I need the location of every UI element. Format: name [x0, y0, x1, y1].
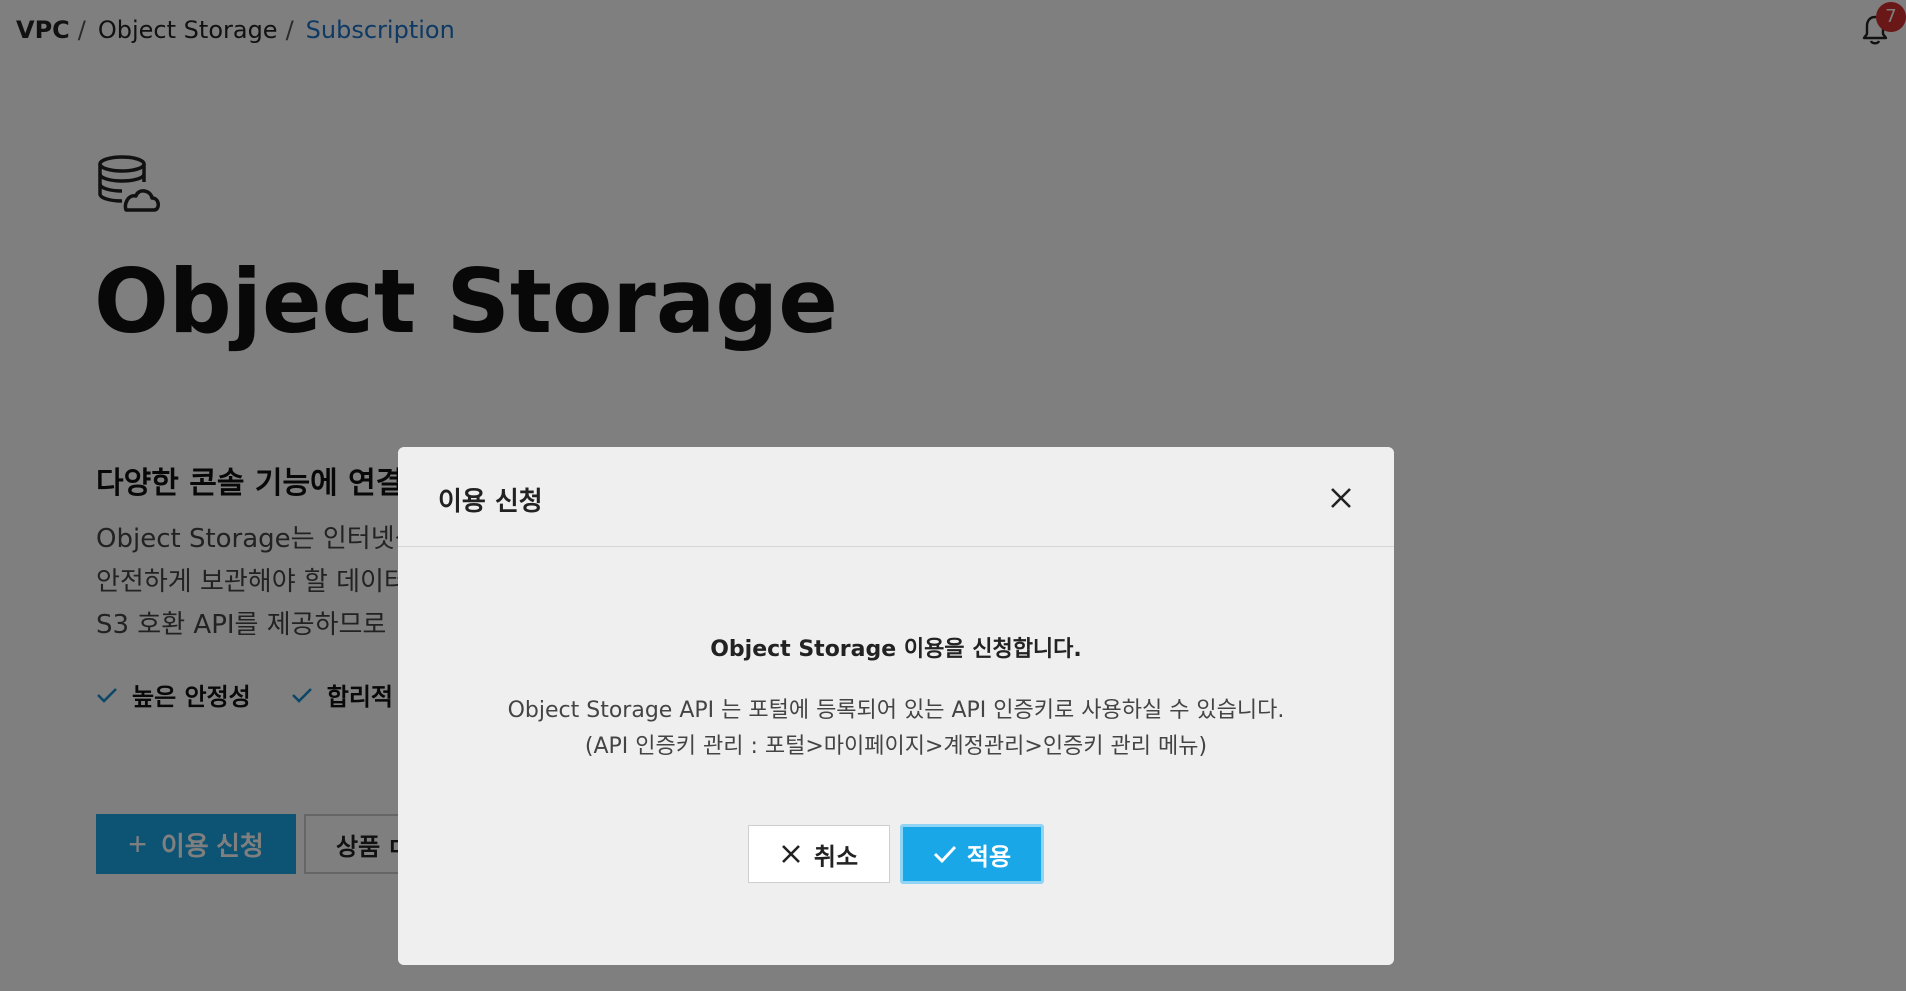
dialog-body-line: Object Storage API 는 포털에 등록되어 있는 API 인증키…	[507, 698, 1285, 723]
subscription-dialog: 이용 신청 Object Storage 이용을 신청합니다. Object S…	[398, 447, 1394, 965]
dialog-header: 이용 신청	[398, 447, 1394, 547]
dialog-body: Object Storage API 는 포털에 등록되어 있는 API 인증키…	[398, 693, 1394, 765]
check-icon	[933, 844, 957, 864]
close-icon	[1328, 485, 1354, 511]
apply-button-label: 적용	[966, 842, 1012, 871]
close-icon	[780, 843, 802, 865]
dialog-body-line: (API 인증키 관리 : 포털>마이페이지>계정관리>인증키 관리 메뉴)	[584, 734, 1208, 759]
dialog-heading: Object Storage 이용을 신청합니다.	[710, 637, 1082, 662]
dialog-title: 이용 신청	[438, 487, 543, 517]
cancel-button[interactable]: 취소	[748, 825, 890, 883]
apply-button[interactable]: 적용	[900, 824, 1044, 884]
cancel-button-label: 취소	[813, 842, 859, 871]
close-button[interactable]	[1328, 485, 1354, 511]
